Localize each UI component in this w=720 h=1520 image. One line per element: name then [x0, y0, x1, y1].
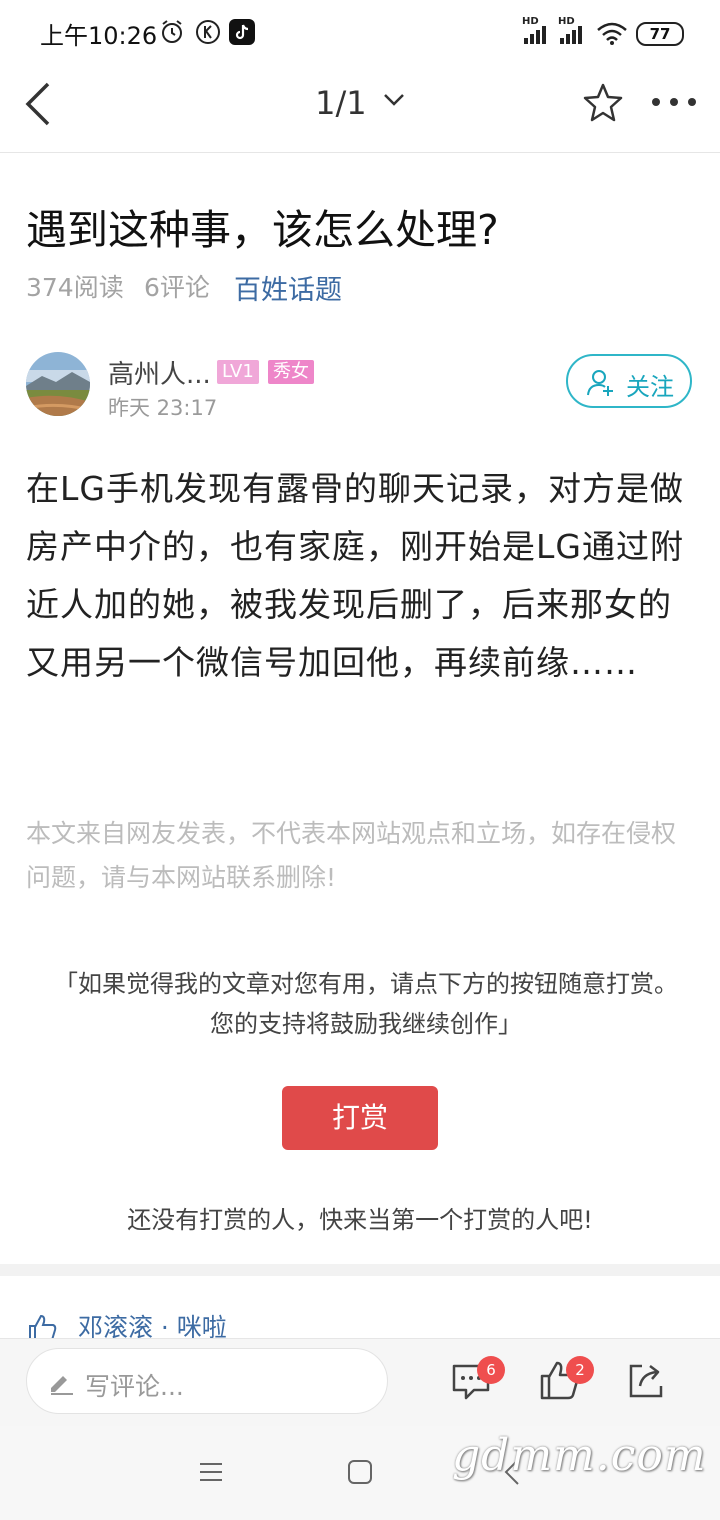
menu-icon[interactable] [198, 1460, 224, 1484]
tiktok-icon [229, 19, 255, 45]
author-name[interactable]: 高州人... [108, 354, 211, 391]
avatar-image [26, 352, 90, 416]
pencil-icon [51, 1376, 73, 1395]
tag-badge: 秀女 [268, 360, 314, 384]
comment-placeholder: 写评论... [85, 1372, 184, 1401]
k-app-icon [196, 20, 220, 44]
likes-names: 邓滚滚 · 咪啦 [77, 1313, 227, 1340]
disclaimer: 本文来自网友发表，不代表本网站观点和立场，如存在侵权问题，请与本网站联系删除! [26, 819, 677, 892]
battery-indicator: 77 [636, 22, 684, 46]
home-icon[interactable] [346, 1458, 374, 1486]
signal-icon-2 [560, 26, 582, 44]
wifi-icon [597, 22, 627, 45]
section-divider [0, 1264, 720, 1276]
topic-link[interactable]: 百姓话题 [234, 268, 342, 307]
comment-count: 6评论 [144, 273, 210, 302]
avatar[interactable] [26, 352, 90, 416]
likes-row[interactable]: 邓滚滚 · 咪啦 [26, 1308, 227, 1340]
follow-button[interactable]: 关注 [566, 354, 692, 408]
share-icon[interactable] [626, 1360, 668, 1402]
reward-quote: 「如果觉得我的文章对您有用，请点下方的按钮随意打赏。您的支持将鼓励我继续创作」 [54, 970, 678, 1038]
reward-button[interactable]: 打赏 [282, 1086, 438, 1150]
more-icon[interactable] [650, 94, 698, 110]
like-count-badge: 2 [566, 1356, 594, 1384]
add-user-icon [587, 370, 613, 396]
comment-count-badge: 6 [477, 1356, 505, 1384]
level-badge: LV1 [217, 360, 259, 384]
comment-input[interactable]: 写评论... [26, 1348, 388, 1414]
post-time: 昨天 23:17 [108, 396, 218, 420]
article-content: 在LG手机发现有露骨的聊天记录，对方是做房产中介的，也有家庭，刚开始是LG通过附… [26, 469, 684, 682]
alarm-icon [162, 20, 182, 43]
star-icon[interactable] [582, 82, 624, 124]
page-indicator-text: 1/1 [315, 84, 367, 122]
read-count: 374阅读 [26, 273, 124, 302]
reward-empty-text: 还没有打赏的人，快来当第一个打赏的人吧! [127, 1206, 593, 1234]
thumbs-up-icon [29, 1314, 57, 1340]
follow-label: 关注 [626, 373, 674, 401]
watermark: gdmm.com [452, 1430, 707, 1481]
signal-icon [524, 26, 546, 44]
status-time: 上午10:26 [40, 22, 158, 50]
chevron-down-icon [383, 94, 404, 106]
article-title: 遇到这种事，该怎么处理? [26, 206, 499, 254]
